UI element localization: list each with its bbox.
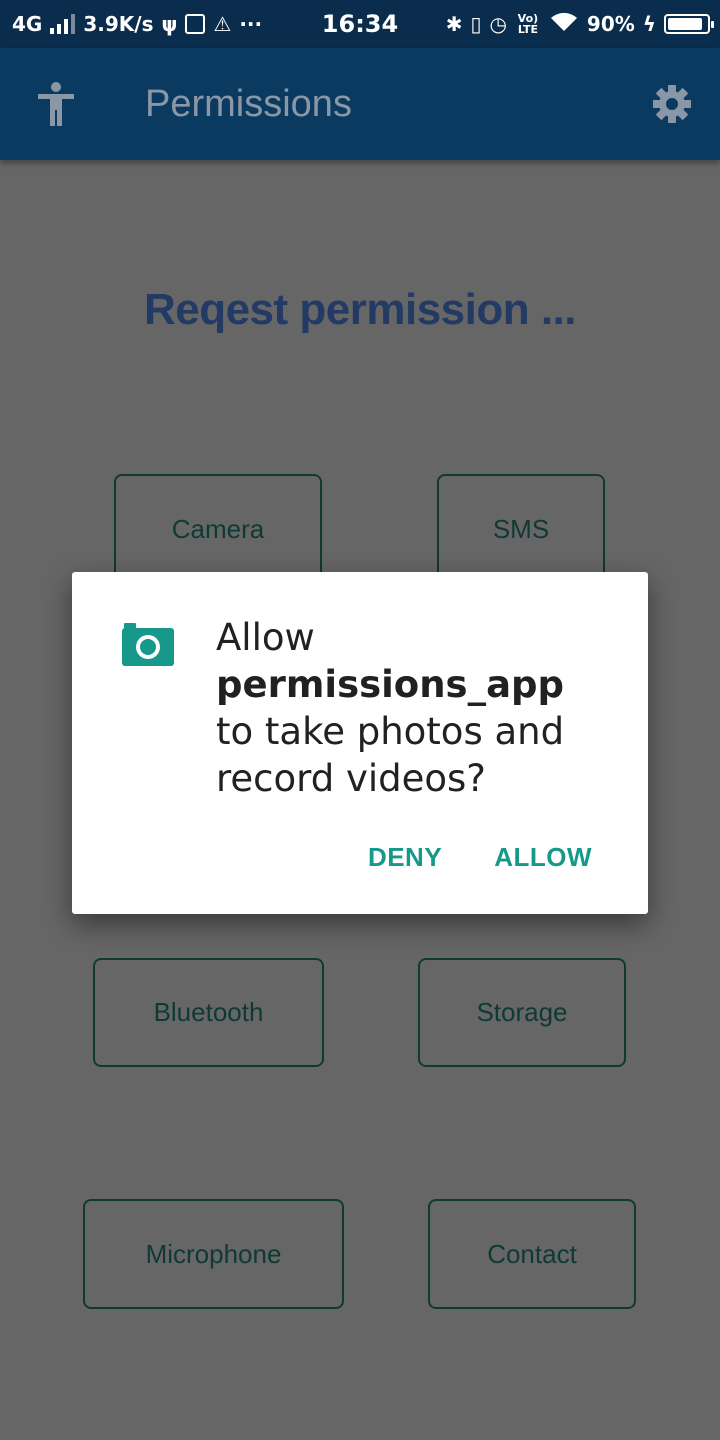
- page-heading: Reqest permission ...: [143, 285, 577, 334]
- gear-icon[interactable]: [652, 84, 692, 124]
- bluetooth-icon: ✱: [445, 12, 463, 36]
- dialog-line-allow: Allow: [216, 616, 315, 659]
- app-notification-icon: [185, 14, 206, 34]
- more-notifications-icon: ···: [239, 12, 263, 36]
- dialog-line-3: record videos?: [216, 757, 486, 800]
- vibrate-icon: ▯: [470, 12, 482, 36]
- status-right: ✱ ▯ ◷ Vo) LTE 90% ϟ: [445, 0, 714, 48]
- allow-button[interactable]: ALLOW: [494, 842, 592, 873]
- accessibility-icon[interactable]: [36, 82, 76, 126]
- dialog-actions: DENY ALLOW: [368, 842, 592, 873]
- camera-icon: [122, 622, 174, 666]
- camera-button[interactable]: Camera: [114, 474, 322, 584]
- wifi-icon: [549, 11, 579, 38]
- storage-button[interactable]: Storage: [418, 958, 626, 1067]
- alarm-icon: ◷: [489, 12, 507, 36]
- dialog-message: Allow permissions_app to take photos and…: [216, 614, 616, 802]
- warning-icon: ⚠: [213, 12, 232, 36]
- microphone-button[interactable]: Microphone: [83, 1199, 344, 1309]
- bluetooth-button[interactable]: Bluetooth: [93, 958, 324, 1067]
- battery-icon: [664, 14, 714, 34]
- status-bar: 4G 3.9K/s ψ ⚠ ··· 16:34 ✱ ▯ ◷ Vo) LTE 90…: [0, 0, 720, 48]
- contact-button[interactable]: Contact: [428, 1199, 636, 1309]
- network-type: 4G: [12, 12, 43, 36]
- sms-button[interactable]: SMS: [437, 474, 605, 584]
- status-left: 4G 3.9K/s ψ ⚠ ···: [12, 0, 262, 48]
- volte-icon: Vo) LTE: [517, 12, 539, 36]
- signal-icon: [50, 14, 76, 34]
- permission-dialog: Allow permissions_app to take photos and…: [72, 572, 648, 914]
- dialog-app-name: permissions_app: [216, 663, 565, 706]
- app-title: Permissions: [145, 83, 352, 125]
- dialog-line-2: to take photos and: [216, 710, 565, 753]
- deny-button[interactable]: DENY: [368, 842, 442, 873]
- network-speed: 3.9K/s: [83, 12, 154, 36]
- usb-icon: ψ: [161, 12, 178, 36]
- charging-icon: ϟ: [642, 12, 656, 36]
- app-bar: Permissions: [0, 48, 720, 160]
- battery-percent: 90%: [586, 12, 635, 36]
